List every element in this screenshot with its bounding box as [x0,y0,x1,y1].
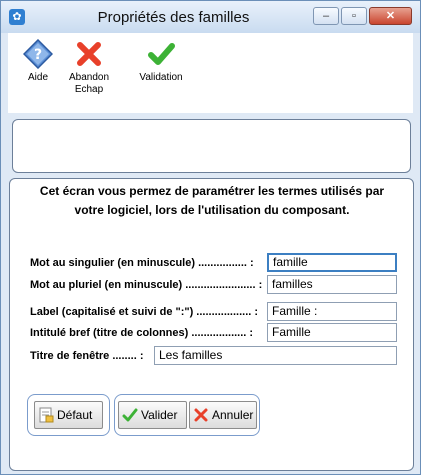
default-button-label: Défaut [57,408,93,422]
label-input[interactable]: Famille : [267,302,397,321]
validation-tool-label: Validation [139,72,183,83]
svg-text:?: ? [34,47,42,63]
window-title-input[interactable]: Les familles [154,346,397,365]
window-title: Propriétés des familles [97,9,250,26]
message-panel [12,119,411,173]
singular-input[interactable]: famille [267,253,397,272]
red-cross-icon [77,42,101,66]
intro-text: Cet écran vous permez de paramétrer les … [25,182,399,220]
singular-label: Mot au singulier (en minuscule) ........… [30,257,254,269]
maximize-button[interactable]: ▫ [341,7,367,25]
cancel-button-label: Annuler [212,408,254,422]
toolbar: ? Aide Abandon Echap Validation [8,33,413,113]
validation-tool-button[interactable]: Validation [131,39,191,84]
cancel-button[interactable]: Annuler [189,401,257,429]
validate-button-label: Valider [141,408,178,422]
abandon-tool-button[interactable]: Abandon Echap [59,39,119,96]
dialog-window: ✿ Propriétés des familles – ▫ ✕ ? Aide A… [0,0,421,475]
cross-icon [194,408,208,422]
minimize-button[interactable]: – [313,7,339,25]
default-icon [39,407,54,423]
check-icon [122,408,138,422]
close-button[interactable]: ✕ [369,7,412,25]
short-title-label: Intitulé bref (titre de colonnes) ......… [30,327,254,339]
plural-input[interactable]: familles [267,275,397,294]
validate-button[interactable]: Valider [118,401,187,429]
short-title-input[interactable]: Famille [267,323,397,342]
abandon-tool-label: Abandon [68,72,110,83]
help-icon: ? [23,39,53,69]
green-check-icon [148,43,175,65]
plural-label: Mot au pluriel (en minuscule) ..........… [30,279,263,291]
abandon-shortcut-label: Echap [74,84,104,95]
default-button[interactable]: Défaut [34,401,103,429]
label-label: Label (capitalisé et suivi de ":") .....… [30,306,259,318]
intro-line-2: votre logiciel, lors de l'utilisation du… [74,203,350,217]
window-title-label: Titre de fenêtre ........ : [30,350,144,362]
title-bar[interactable]: ✿ Propriétés des familles – ▫ ✕ [1,1,420,33]
intro-line-1: Cet écran vous permez de paramétrer les … [39,184,385,198]
